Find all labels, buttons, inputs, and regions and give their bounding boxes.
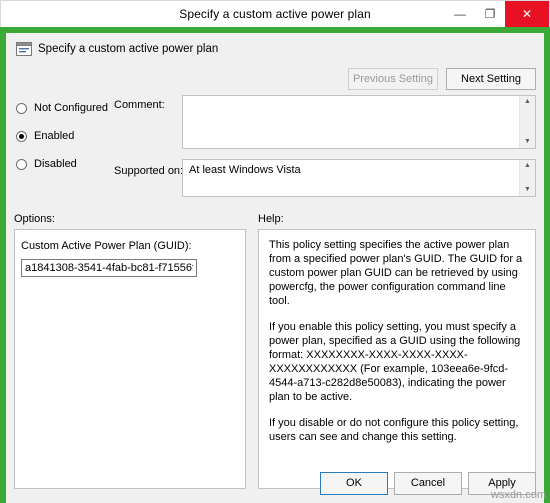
radio-disabled[interactable]: Disabled bbox=[16, 153, 111, 175]
supported-on-scroll-down-icon[interactable]: ▼ bbox=[520, 184, 535, 196]
policy-icon bbox=[16, 41, 32, 57]
comment-scroll-up-icon[interactable]: ▲ bbox=[520, 96, 535, 108]
radio-not-configured[interactable]: Not Configured bbox=[16, 97, 111, 119]
radio-enabled[interactable]: Enabled bbox=[16, 125, 111, 147]
next-setting-button[interactable]: Next Setting bbox=[446, 68, 536, 90]
help-panel: This policy setting specifies the active… bbox=[258, 229, 536, 489]
radio-enabled-indicator[interactable] bbox=[16, 130, 27, 142]
minimize-button[interactable]: — bbox=[445, 1, 475, 27]
help-section-label: Help: bbox=[258, 213, 284, 225]
help-paragraph-2: If you enable this policy setting, you m… bbox=[269, 321, 521, 403]
cancel-button[interactable]: Cancel bbox=[394, 472, 462, 495]
policy-state-radio-group: Not Configured Enabled Disabled bbox=[16, 97, 111, 181]
dialog-content: Specify a custom active power plan Previ… bbox=[6, 33, 544, 503]
dialog-header: Specify a custom active power plan Previ… bbox=[6, 33, 544, 90]
policy-setting-window: Specify a custom active power plan — ❐ ✕ bbox=[0, 0, 550, 503]
radio-enabled-label: Enabled bbox=[34, 130, 75, 142]
supported-on-scrollbar[interactable]: ▲ ▼ bbox=[519, 160, 535, 196]
comment-scrollbar[interactable]: ▲ ▼ bbox=[519, 96, 535, 148]
policy-title: Specify a custom active power plan bbox=[38, 43, 219, 55]
supported-on-value: At least Windows Vista bbox=[189, 164, 301, 176]
help-paragraph-1: This policy setting specifies the active… bbox=[269, 239, 523, 307]
comment-scroll-down-icon[interactable]: ▼ bbox=[520, 136, 535, 148]
supported-on-label: Supported on: bbox=[114, 165, 184, 177]
custom-power-plan-label: Custom Active Power Plan (GUID): bbox=[21, 240, 192, 252]
title-bar: Specify a custom active power plan — ❐ ✕ bbox=[0, 0, 550, 27]
supported-on-textarea[interactable]: At least Windows Vista ▲ ▼ bbox=[182, 159, 536, 197]
options-panel: Custom Active Power Plan (GUID): bbox=[14, 229, 246, 489]
options-section-label: Options: bbox=[14, 213, 55, 225]
ok-button[interactable]: OK bbox=[320, 472, 388, 495]
previous-setting-button[interactable]: Previous Setting bbox=[348, 68, 438, 90]
radio-disabled-indicator[interactable] bbox=[16, 158, 27, 170]
help-paragraph-3: If you disable or do not configure this … bbox=[269, 417, 519, 443]
supported-on-scroll-up-icon[interactable]: ▲ bbox=[520, 160, 535, 172]
custom-power-plan-input[interactable] bbox=[21, 259, 197, 277]
comment-label: Comment: bbox=[114, 99, 165, 111]
maximize-button[interactable]: ❐ bbox=[475, 1, 505, 27]
comment-textarea[interactable]: ▲ ▼ bbox=[182, 95, 536, 149]
window-body: Specify a custom active power plan Previ… bbox=[0, 33, 550, 503]
radio-not-configured-label: Not Configured bbox=[34, 102, 108, 114]
radio-disabled-label: Disabled bbox=[34, 158, 77, 170]
window-title: Specify a custom active power plan bbox=[179, 7, 371, 21]
radio-not-configured-indicator[interactable] bbox=[16, 102, 27, 114]
watermark: wsxdn.com bbox=[490, 489, 546, 501]
window-controls: — ❐ ✕ bbox=[445, 1, 549, 27]
accent-bar-right bbox=[544, 33, 550, 503]
close-button[interactable]: ✕ bbox=[505, 1, 549, 27]
